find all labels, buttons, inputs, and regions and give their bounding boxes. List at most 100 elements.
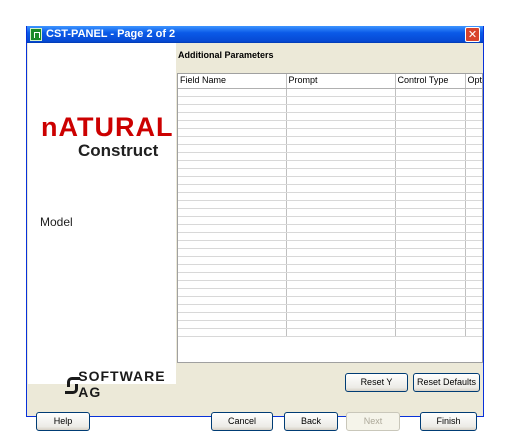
table-cell[interactable] [465,144,482,153]
table-cell[interactable] [395,272,466,281]
table-cell[interactable] [395,120,466,129]
table-cell[interactable] [178,160,287,169]
table-cell[interactable] [178,328,287,337]
table-cell[interactable] [286,208,396,217]
table-cell[interactable] [465,200,482,209]
table-cell[interactable] [395,328,466,337]
table-row[interactable] [178,112,482,121]
table-cell[interactable] [465,128,482,137]
table-cell[interactable] [178,168,287,177]
table-cell[interactable] [465,256,482,265]
reset-defaults-button[interactable]: Reset Defaults [413,373,480,392]
table-row[interactable] [178,152,482,161]
table-cell[interactable] [465,280,482,289]
table-row[interactable] [178,120,482,129]
table-cell[interactable] [286,320,396,329]
table-cell[interactable] [178,288,287,297]
table-row[interactable] [178,304,482,313]
table-row[interactable] [178,104,482,113]
table-cell[interactable] [178,208,287,217]
table-cell[interactable] [395,224,466,233]
table-cell[interactable] [465,96,482,105]
table-cell[interactable] [286,224,396,233]
table-cell[interactable] [286,288,396,297]
table-cell[interactable] [395,176,466,185]
table-cell[interactable] [395,208,466,217]
table-cell[interactable] [178,232,287,241]
table-cell[interactable] [178,200,287,209]
table-cell[interactable] [286,128,396,137]
table-cell[interactable] [395,112,466,121]
table-cell[interactable] [286,192,396,201]
table-cell[interactable] [178,104,287,113]
table-cell[interactable] [465,264,482,273]
table-row[interactable] [178,184,482,193]
table-cell[interactable] [178,240,287,249]
table-cell[interactable] [395,280,466,289]
table-cell[interactable] [178,272,287,281]
table-cell[interactable] [465,240,482,249]
table-cell[interactable] [465,160,482,169]
table-row[interactable] [178,208,482,217]
table-cell[interactable] [465,304,482,313]
table-row[interactable] [178,216,482,225]
table-row[interactable] [178,192,482,201]
table-cell[interactable] [286,304,396,313]
table-row[interactable] [178,128,482,137]
table-cell[interactable] [395,88,466,97]
table-cell[interactable] [465,112,482,121]
table-cell[interactable] [178,120,287,129]
table-cell[interactable] [286,176,396,185]
table-cell[interactable] [465,232,482,241]
table-cell[interactable] [395,168,466,177]
table-cell[interactable] [178,216,287,225]
column-header-control-type[interactable]: Control Type [395,74,466,89]
table-cell[interactable] [286,296,396,305]
table-cell[interactable] [178,264,287,273]
table-cell[interactable] [465,312,482,321]
table-cell[interactable] [286,200,396,209]
table-row[interactable] [178,264,482,273]
table-row[interactable] [178,280,482,289]
table-row[interactable] [178,160,482,169]
table-cell[interactable] [178,144,287,153]
table-cell[interactable] [465,120,482,129]
table-cell[interactable] [286,272,396,281]
table-cell[interactable] [395,160,466,169]
table-row[interactable] [178,312,482,321]
column-header-prompt[interactable]: Prompt [286,74,396,89]
column-header-field-name[interactable]: Field Name [178,74,287,89]
table-cell[interactable] [178,192,287,201]
table-cell[interactable] [465,192,482,201]
table-cell[interactable] [395,256,466,265]
table-cell[interactable] [395,264,466,273]
back-button[interactable]: Back [284,412,338,431]
table-cell[interactable] [286,88,396,97]
table-row[interactable] [178,168,482,177]
finish-button[interactable]: Finish [420,412,477,431]
table-cell[interactable] [465,168,482,177]
table-cell[interactable] [178,248,287,257]
table-cell[interactable] [178,304,287,313]
table-cell[interactable] [395,152,466,161]
table-cell[interactable] [395,304,466,313]
table-cell[interactable] [178,184,287,193]
table-cell[interactable] [465,152,482,161]
table-cell[interactable] [178,96,287,105]
table-cell[interactable] [465,176,482,185]
table-cell[interactable] [395,192,466,201]
table-cell[interactable] [395,312,466,321]
table-cell[interactable] [395,240,466,249]
table-cell[interactable] [178,88,287,97]
table-row[interactable] [178,272,482,281]
table-cell[interactable] [395,320,466,329]
close-button[interactable]: ✕ [465,27,480,42]
table-cell[interactable] [286,120,396,129]
table-cell[interactable] [395,232,466,241]
table-cell[interactable] [286,240,396,249]
table-cell[interactable] [286,280,396,289]
column-header-opt[interactable]: Opt [465,74,482,89]
table-row[interactable] [178,136,482,145]
table-row[interactable] [178,240,482,249]
table-cell[interactable] [178,176,287,185]
